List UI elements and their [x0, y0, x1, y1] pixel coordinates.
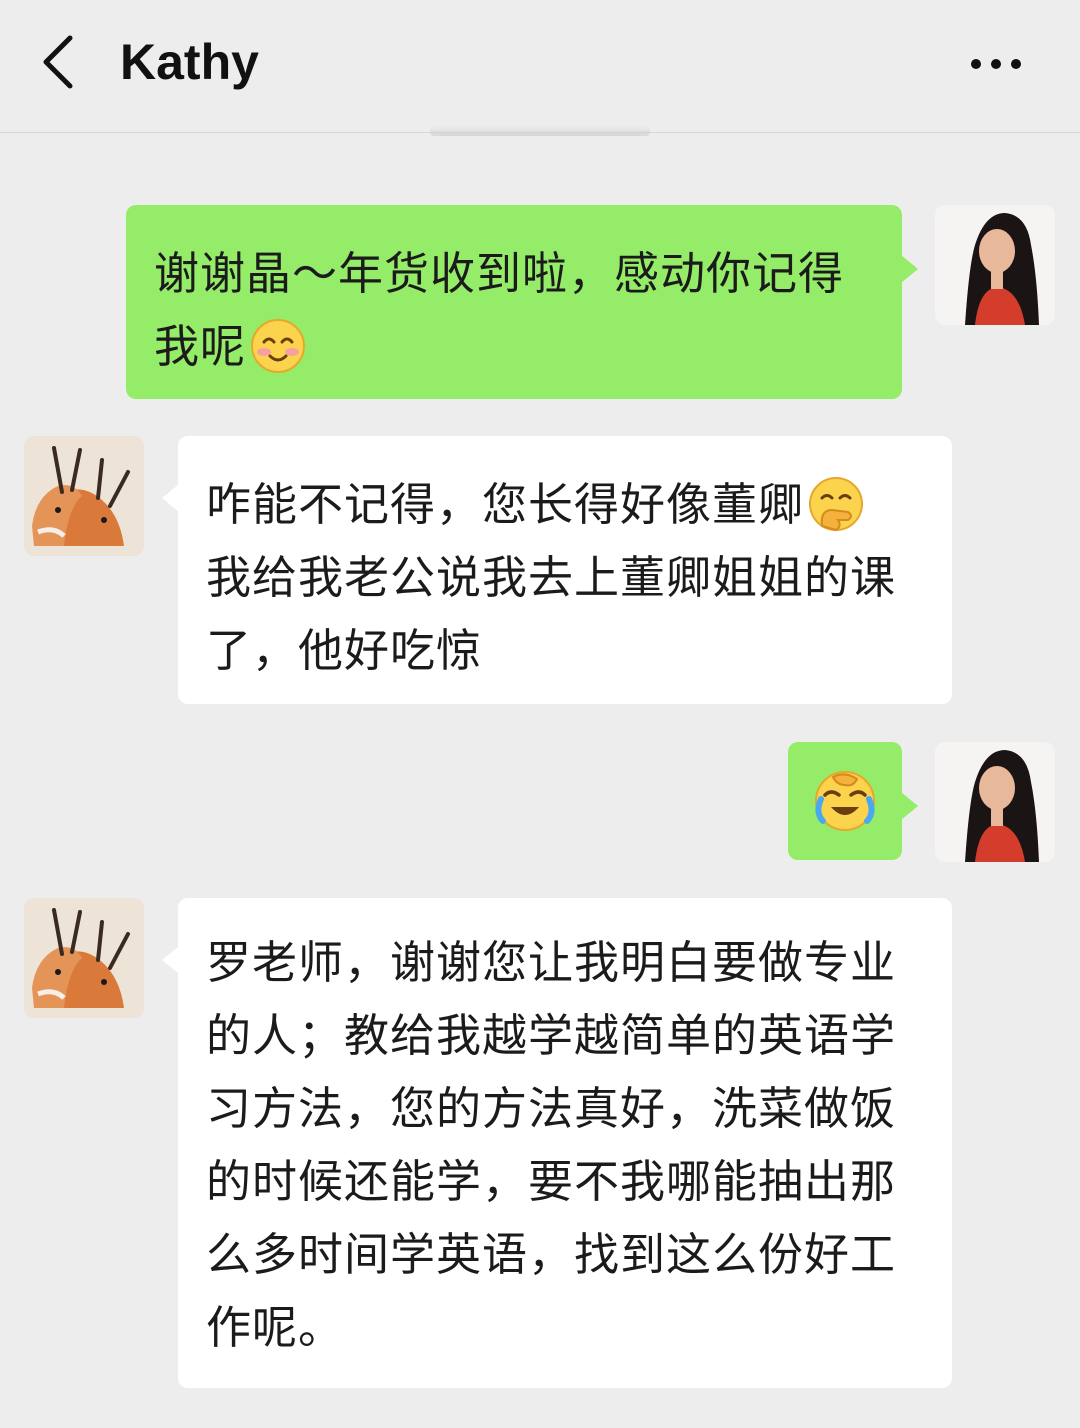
hand-over-mouth-emoji: [809, 477, 864, 532]
message-bubble-incoming[interactable]: 咋能不记得，您长得好像董卿 我给我老公说我去上董卿姐姐的课了，他好吃惊: [162, 436, 952, 704]
smiling-blush-emoji: [251, 319, 306, 373]
ellipsis-icon[interactable]: [968, 44, 1024, 84]
chat-title: Kathy: [120, 34, 259, 90]
chat-header: Kathy: [0, 0, 1080, 133]
antelope-image: [24, 898, 144, 1018]
rolling-laughing-emoji: [815, 771, 875, 831]
my-avatar[interactable]: [935, 742, 1055, 862]
portrait-image: [935, 742, 1055, 862]
message-text: 咋能不记得，您长得好像董卿: [206, 478, 805, 531]
message-text-continued: 我给我老公说我去上董卿姐姐的课了，他好吃惊: [206, 551, 897, 677]
chevron-left-icon[interactable]: [36, 32, 86, 92]
cut-off-timestamp: [430, 126, 650, 136]
message-bubble-outgoing-emoji[interactable]: [788, 742, 918, 860]
antelope-image: [24, 436, 144, 556]
contact-avatar[interactable]: [24, 898, 144, 1018]
message-bubble-incoming[interactable]: 罗老师，谢谢您让我明白要做专业的人；教给我越学越简单的英语学习方法，您的方法真好…: [162, 898, 952, 1388]
my-avatar[interactable]: [935, 205, 1055, 325]
message-bubble-outgoing[interactable]: 谢谢晶～年货收到啦，感动你记得我呢: [126, 205, 918, 399]
contact-avatar[interactable]: [24, 436, 144, 556]
portrait-image: [935, 205, 1055, 325]
message-text: 罗老师，谢谢您让我明白要做专业的人；教给我越学越简单的英语学习方法，您的方法真好…: [206, 936, 897, 1354]
